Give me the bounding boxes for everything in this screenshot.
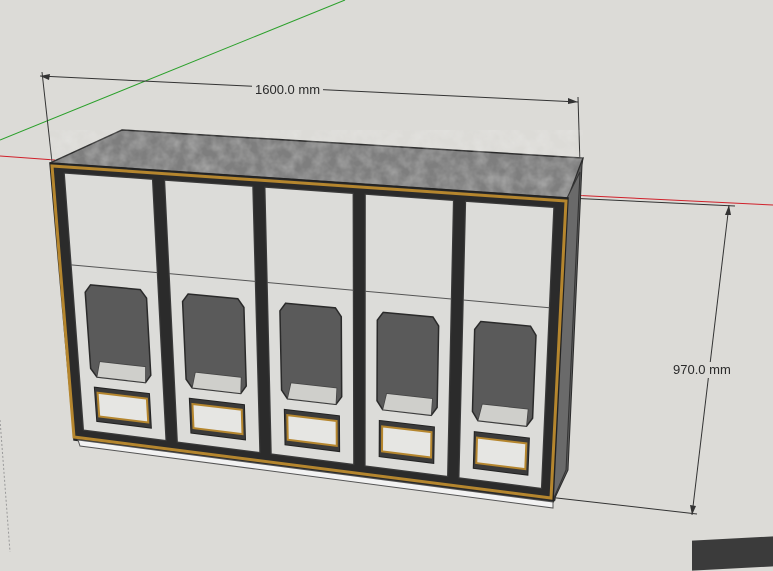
blue-axis-hint — [0, 419, 11, 553]
width-dimension-label[interactable]: 1600.0 mm — [252, 82, 324, 98]
height-dimension-label[interactable]: 970.0 mm — [670, 362, 734, 378]
model-viewport[interactable] — [0, 0, 773, 553]
status-bar-edge — [692, 535, 773, 571]
drawer-panel-4 — [381, 425, 433, 459]
drawer-panel-5 — [475, 436, 528, 471]
drawer-panel-1 — [96, 391, 150, 424]
drawer-panel-3 — [286, 414, 338, 447]
green-axis-line — [0, 0, 346, 141]
red-axis-line-left — [0, 155, 56, 161]
drawer-panel-2 — [191, 402, 244, 436]
